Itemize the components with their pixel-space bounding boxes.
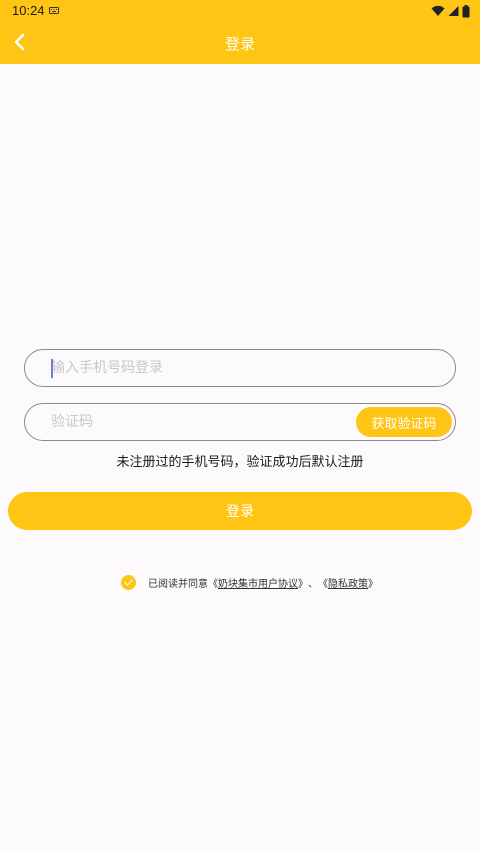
top-bar: 10:24 登录 xyxy=(0,0,480,64)
agreement-checkbox[interactable] xyxy=(121,574,136,590)
bracket-close: 》 xyxy=(368,578,378,590)
bracket-close: 》 xyxy=(298,578,308,590)
keyboard-icon xyxy=(49,7,59,14)
verification-code-input[interactable] xyxy=(51,404,351,440)
signal-icon xyxy=(448,6,459,16)
agreement-separator: 、 xyxy=(308,578,318,590)
battery-icon xyxy=(462,4,470,17)
page-title: 登录 xyxy=(224,35,255,53)
registration-hint: 未注册过的手机号码，验证成功后默认注册 xyxy=(116,455,364,470)
wifi-icon xyxy=(431,5,445,16)
status-time: 10:24 xyxy=(12,3,45,18)
privacy-policy-link[interactable]: 隐私政策 xyxy=(328,575,368,590)
text-caret xyxy=(51,359,53,378)
agreement-row: 已阅读并同意 《 奶块集市用户协议 》 、 《 隐私政策 》 xyxy=(121,573,378,591)
agreement-prefix: 已阅读并同意 xyxy=(148,578,208,590)
nav-bar: 登录 xyxy=(0,22,480,64)
check-icon xyxy=(124,578,133,586)
status-icons xyxy=(431,4,470,18)
bracket-open: 《 xyxy=(318,578,328,590)
phone-field[interactable] xyxy=(24,349,456,387)
bracket-open: 《 xyxy=(208,578,218,590)
code-field[interactable]: 获取验证码 xyxy=(24,403,456,441)
user-agreement-link[interactable]: 奶块集市用户协议 xyxy=(218,575,298,590)
get-code-button[interactable]: 获取验证码 xyxy=(356,407,452,437)
login-button[interactable]: 登录 xyxy=(8,492,472,530)
phone-input[interactable] xyxy=(51,350,441,386)
status-bar: 10:24 xyxy=(0,0,480,22)
